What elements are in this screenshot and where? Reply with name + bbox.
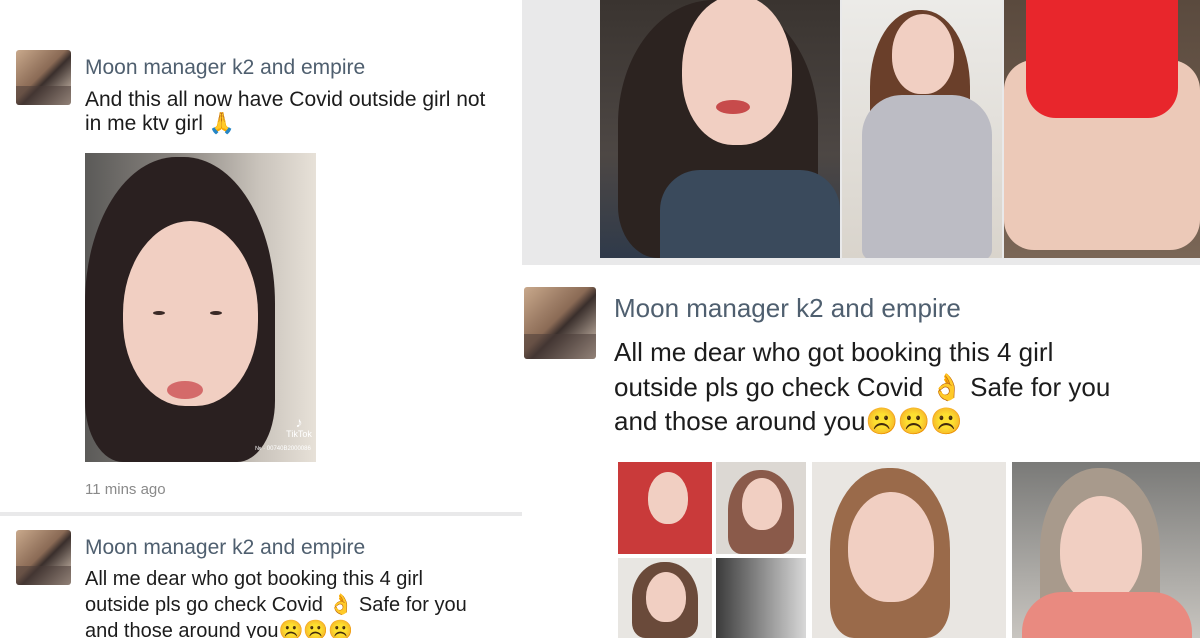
post-1: Moon manager k2 and empire And this all … xyxy=(0,0,522,512)
grid-photo-6[interactable] xyxy=(1012,462,1200,638)
grid-photo-2[interactable] xyxy=(716,462,806,554)
photo-woman-red-dress[interactable] xyxy=(1004,0,1200,258)
mouth-shape xyxy=(167,381,203,399)
avatar[interactable] xyxy=(16,530,71,585)
face-shape xyxy=(646,572,686,622)
post-3: Moon manager k2 and empire All me dear w… xyxy=(522,265,1200,638)
photo-woman-car[interactable] xyxy=(600,0,840,258)
top-shape xyxy=(1022,592,1192,638)
eye-shape xyxy=(210,311,222,315)
post-2: Moon manager k2 and empire All me dear w… xyxy=(0,516,522,638)
post-text-line: and those around you☹️☹️☹️ xyxy=(614,406,963,437)
video-id: № · 00740B2000086 xyxy=(255,446,311,452)
post-text-line: outside pls go check Covid 👌 Safe for yo… xyxy=(85,594,467,616)
post-text-line: outside pls go check Covid 👌 Safe for yo… xyxy=(614,371,1111,402)
video-thumbnail[interactable]: ♪ TikTok № · 00740B2000086 xyxy=(85,153,316,462)
face-shape xyxy=(848,492,934,602)
dress-shape xyxy=(1026,0,1178,118)
post-text: All me dear who got booking this 4 girl … xyxy=(85,566,467,638)
post-text: And this all now have Covid outside girl… xyxy=(85,88,485,137)
timestamp: 11 mins ago xyxy=(85,481,166,498)
post-text-line: in me ktv girl 🙏 xyxy=(85,112,235,136)
post-text-line: All me dear who got booking this 4 girl xyxy=(614,337,1054,367)
avatar[interactable] xyxy=(16,50,71,105)
face-shape xyxy=(123,221,258,406)
face-shape xyxy=(892,14,954,94)
post-text-line: And this all now have Covid outside girl… xyxy=(85,88,486,111)
face-shape xyxy=(1060,496,1142,604)
grid-photo-5[interactable] xyxy=(812,462,1006,638)
post-text: All me dear who got booking this 4 girl … xyxy=(614,335,1110,439)
face-shape xyxy=(682,0,792,145)
eye-shape xyxy=(153,311,165,315)
author-name[interactable]: Moon manager k2 and empire xyxy=(614,293,961,324)
mouth-shape xyxy=(716,100,750,114)
dress-shape xyxy=(862,95,992,258)
post-text-line: and those around you☹️☹️☹️ xyxy=(85,620,354,638)
tiktok-logo: ♪ TikTok xyxy=(283,415,315,439)
post-text-line: All me dear who got booking this 4 girl xyxy=(85,568,423,590)
photo-woman-wine[interactable] xyxy=(842,0,1002,258)
denim-jacket-shape xyxy=(660,170,840,258)
avatar[interactable] xyxy=(524,287,596,359)
tiktok-label: TikTok xyxy=(286,429,312,439)
author-name[interactable]: Moon manager k2 and empire xyxy=(85,56,365,80)
face-shape xyxy=(742,478,782,530)
grid-photo-3[interactable] xyxy=(618,558,712,638)
face-shape xyxy=(648,472,688,524)
grid-photo-1[interactable] xyxy=(618,462,712,554)
grid-photo-4[interactable] xyxy=(716,558,806,638)
author-name[interactable]: Moon manager k2 and empire xyxy=(85,536,365,560)
